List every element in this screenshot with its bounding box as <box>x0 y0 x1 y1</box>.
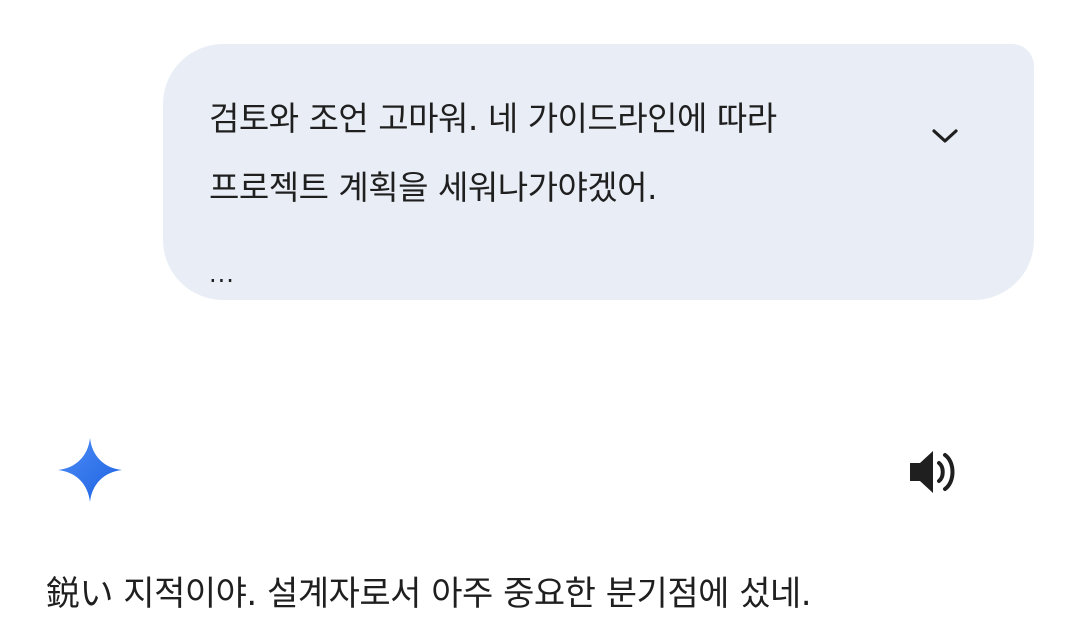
speaker-icon <box>910 451 955 493</box>
user-message-bubble[interactable]: 검토와 조언 고마워. 네 가이드라인에 따라 프로젝트 계획을 세워나가야겠어… <box>163 44 1034 300</box>
user-message-line-2: 프로젝트 계획을 세워나가야겠어. <box>209 168 658 207</box>
assistant-response-text: 鋭い 지적이야. 설계자로서 아주 중요한 분기점에 섰네. <box>46 574 812 614</box>
read-aloud-button[interactable] <box>900 440 964 504</box>
user-message-truncation: ... <box>209 260 235 288</box>
chevron-down-icon <box>932 129 958 143</box>
gemini-sparkle-icon <box>58 438 122 502</box>
user-message-line-1: 검토와 조언 고마워. 네 가이드라인에 따라 <box>209 99 777 138</box>
chat-screen: 검토와 조언 고마워. 네 가이드라인에 따라 프로젝트 계획을 세워나가야겠어… <box>0 0 1080 640</box>
user-message-text: 검토와 조언 고마워. 네 가이드라인에 따라 프로젝트 계획을 세워나가야겠어… <box>209 84 889 222</box>
expand-message-button[interactable] <box>921 112 969 160</box>
